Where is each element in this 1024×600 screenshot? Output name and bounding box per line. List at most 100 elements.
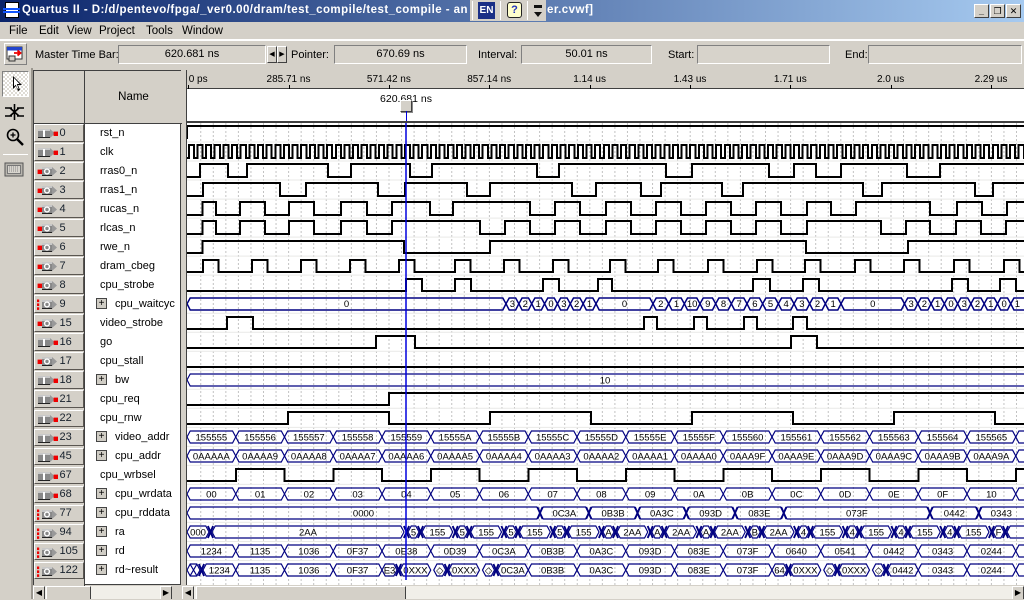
- svg-text:1: 1: [831, 299, 836, 310]
- svg-text:3: 3: [962, 299, 967, 310]
- svg-text:0442: 0442: [944, 509, 965, 520]
- svg-text:0: 0: [870, 299, 875, 310]
- svg-text:E3: E3: [384, 566, 396, 577]
- svg-text:083E: 083E: [688, 547, 710, 558]
- svg-text:0D: 0D: [839, 490, 851, 501]
- svg-text:2: 2: [574, 299, 579, 310]
- svg-text:0F37: 0F37: [347, 566, 369, 577]
- svg-text:0B3B: 0B3B: [601, 509, 624, 520]
- svg-text:1: 1: [988, 299, 993, 310]
- svg-text:155: 155: [478, 528, 494, 539]
- svg-text:01: 01: [255, 490, 266, 501]
- svg-text:15555B: 15555B: [487, 433, 520, 444]
- svg-text:1234: 1234: [209, 566, 230, 577]
- svg-text:0AAAAA: 0AAAAA: [193, 452, 231, 463]
- svg-text:2: 2: [815, 299, 820, 310]
- svg-text:3: 3: [561, 299, 566, 310]
- svg-text:15555C: 15555C: [536, 433, 569, 444]
- svg-text:0343: 0343: [932, 566, 953, 577]
- svg-text:F: F: [996, 528, 1002, 539]
- svg-text:155561: 155561: [781, 433, 813, 444]
- svg-text:1036: 1036: [298, 547, 319, 558]
- svg-text:2AA: 2AA: [623, 528, 642, 539]
- svg-text:155: 155: [966, 528, 982, 539]
- svg-text:093D: 093D: [639, 547, 662, 558]
- svg-text:6: 6: [752, 299, 757, 310]
- svg-text:◇: ◇: [875, 566, 883, 577]
- svg-text:155564: 155564: [927, 433, 959, 444]
- svg-text:0AAAA3: 0AAAA3: [535, 452, 571, 463]
- svg-text:0C3A: 0C3A: [492, 547, 516, 558]
- svg-text:0F37: 0F37: [347, 547, 369, 558]
- svg-text:083E: 083E: [688, 566, 710, 577]
- svg-text:093D: 093D: [699, 509, 722, 520]
- svg-text:155: 155: [576, 528, 592, 539]
- svg-text:15555E: 15555E: [634, 433, 667, 444]
- svg-text:8: 8: [721, 299, 726, 310]
- svg-text:0B3B: 0B3B: [541, 566, 564, 577]
- svg-text:5: 5: [557, 528, 562, 539]
- svg-text:10: 10: [687, 299, 698, 310]
- svg-text:0AAA9A: 0AAA9A: [973, 452, 1010, 463]
- svg-text:9: 9: [705, 299, 710, 310]
- svg-text:◇: ◇: [826, 566, 834, 577]
- svg-text:0AAAA5: 0AAAA5: [437, 452, 473, 463]
- svg-text:155: 155: [868, 528, 884, 539]
- svg-text:0XXX: 0XXX: [793, 566, 818, 577]
- svg-text:155: 155: [819, 528, 835, 539]
- svg-text:0AAAA4: 0AAAA4: [486, 452, 522, 463]
- svg-text:0: 0: [622, 299, 627, 310]
- svg-text:0442: 0442: [883, 547, 904, 558]
- svg-text:4: 4: [784, 299, 789, 310]
- svg-text:1135: 1135: [250, 566, 270, 577]
- svg-text:0C: 0C: [790, 490, 802, 501]
- svg-text:155556: 155556: [244, 433, 276, 444]
- svg-text:0E: 0E: [888, 490, 900, 501]
- svg-text:0D39: 0D39: [444, 547, 467, 558]
- svg-text:00: 00: [206, 490, 217, 501]
- svg-text:0XXX: 0XXX: [403, 566, 428, 577]
- svg-text:0AAA9D: 0AAA9D: [827, 452, 864, 463]
- svg-text:A: A: [703, 528, 710, 539]
- svg-text:3: 3: [908, 299, 913, 310]
- svg-text:7: 7: [737, 299, 742, 310]
- svg-text:10: 10: [600, 376, 611, 387]
- svg-text:0A3C: 0A3C: [589, 566, 613, 577]
- svg-text:A: A: [654, 528, 661, 539]
- svg-text:0AAAA7: 0AAAA7: [340, 452, 376, 463]
- svg-text:0A: 0A: [693, 490, 705, 501]
- svg-text:5: 5: [411, 528, 416, 539]
- svg-text:155557: 155557: [293, 433, 325, 444]
- svg-text:05: 05: [450, 490, 461, 501]
- svg-text:155: 155: [917, 528, 933, 539]
- svg-text:2: 2: [523, 299, 528, 310]
- svg-text:0AAAA0: 0AAAA0: [681, 452, 717, 463]
- svg-text:08: 08: [596, 490, 607, 501]
- svg-text:06: 06: [499, 490, 510, 501]
- svg-text:155560: 155560: [732, 433, 764, 444]
- svg-text:1: 1: [674, 299, 679, 310]
- svg-text:15555D: 15555D: [585, 433, 618, 444]
- svg-text:155558: 155558: [342, 433, 374, 444]
- svg-text:155565: 155565: [976, 433, 1008, 444]
- svg-text:0244: 0244: [981, 566, 1002, 577]
- svg-text:4: 4: [898, 528, 903, 539]
- svg-text:0AAA9F: 0AAA9F: [730, 452, 766, 463]
- svg-text:◇: ◇: [436, 566, 444, 577]
- svg-text:◇: ◇: [485, 566, 493, 577]
- svg-text:1036: 1036: [298, 566, 319, 577]
- svg-text:2: 2: [975, 299, 980, 310]
- svg-text:0AAAA2: 0AAAA2: [583, 452, 619, 463]
- svg-text:4: 4: [947, 528, 952, 539]
- svg-text:0541: 0541: [835, 547, 856, 558]
- svg-text:1234: 1234: [201, 547, 222, 558]
- svg-text:073F: 073F: [737, 566, 759, 577]
- svg-text:3: 3: [799, 299, 804, 310]
- svg-text:0: 0: [1001, 299, 1006, 310]
- svg-text:0: 0: [344, 299, 349, 310]
- svg-text:0343: 0343: [991, 509, 1012, 520]
- svg-text:0442: 0442: [892, 566, 913, 577]
- svg-text:4: 4: [801, 528, 806, 539]
- svg-text:15555A: 15555A: [439, 433, 472, 444]
- svg-text:1: 1: [1015, 299, 1020, 310]
